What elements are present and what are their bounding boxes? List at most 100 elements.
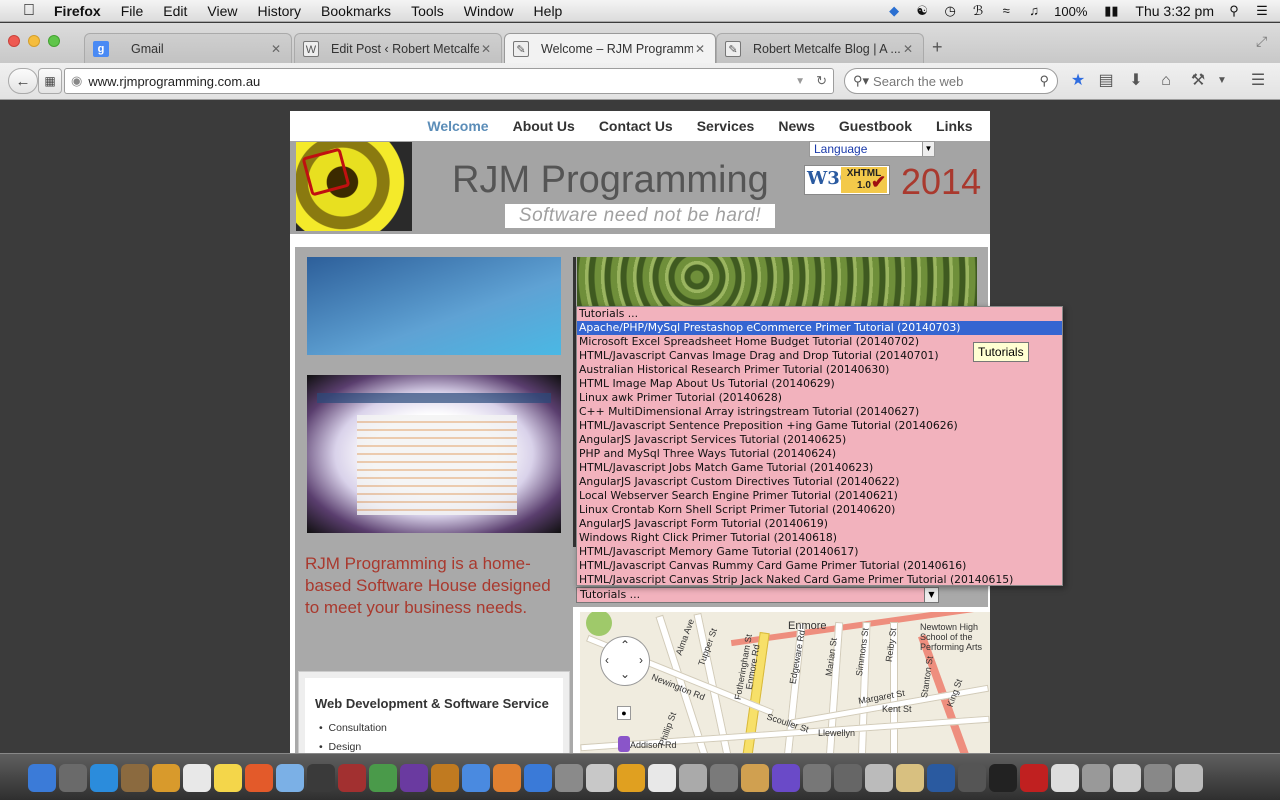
dropdown-option[interactable]: HTML/Javascript Jobs Match Game Tutorial… bbox=[577, 461, 1062, 475]
close-tab-icon[interactable]: ✕ bbox=[693, 42, 707, 56]
dropdown-option[interactable]: AngularJS Javascript Form Tutorial (2014… bbox=[577, 517, 1062, 531]
finder-icon[interactable] bbox=[28, 764, 56, 792]
documents-icon[interactable] bbox=[1113, 764, 1141, 792]
search-engine-icon[interactable]: ⚲▾ bbox=[853, 73, 869, 89]
dropdown-option[interactable]: Linux awk Primer Tutorial (20140628) bbox=[577, 391, 1062, 405]
menu-file[interactable]: File bbox=[121, 3, 144, 19]
bookmarks-menu-icon[interactable]: ▤ bbox=[1096, 71, 1116, 91]
tab-edit-post[interactable]: W Edit Post ‹ Robert Metcalfe... ✕ bbox=[294, 33, 502, 63]
nav-services[interactable]: Services bbox=[697, 118, 755, 134]
extension-icon[interactable]: ⚒ bbox=[1188, 71, 1208, 91]
search-icon[interactable]: ⚲ bbox=[1039, 73, 1049, 89]
site-logo[interactable] bbox=[296, 142, 412, 231]
calendar-icon[interactable] bbox=[183, 764, 211, 792]
battery-icon[interactable]: ▮▮ bbox=[1099, 3, 1123, 19]
finder-window-icon[interactable] bbox=[1051, 764, 1079, 792]
service-item[interactable]: • Consultation bbox=[319, 722, 387, 734]
itunes-2-icon[interactable] bbox=[772, 764, 800, 792]
pan-down-icon[interactable]: ⌄ bbox=[620, 667, 630, 681]
tree-photo[interactable] bbox=[577, 257, 977, 307]
chevron-down-icon[interactable]: ▼ bbox=[922, 142, 934, 156]
dropdown-option[interactable]: HTML/Javascript Canvas Strip Jack Naked … bbox=[577, 573, 1062, 587]
safari-icon[interactable] bbox=[90, 764, 118, 792]
minimize-window-button[interactable] bbox=[28, 35, 40, 47]
ibooks-icon[interactable] bbox=[524, 764, 552, 792]
menu-tools[interactable]: Tools bbox=[411, 3, 444, 19]
dropdown-option[interactable]: Apache/PHP/MySql Prestashop eCommerce Pr… bbox=[577, 321, 1062, 335]
notification-center-icon[interactable]: ☰ bbox=[1254, 3, 1270, 19]
blank-icon[interactable] bbox=[958, 764, 986, 792]
tab-groups-button[interactable]: ▦ bbox=[38, 68, 62, 94]
url-bar[interactable]: ◉ www.rjmprogramming.com.au ▼ ↻ bbox=[64, 68, 834, 94]
google-map[interactable]: Enmore Newtown High School of the Performi… bbox=[580, 612, 990, 753]
close-window-button[interactable] bbox=[8, 35, 20, 47]
notes-icon[interactable] bbox=[214, 764, 242, 792]
flash-icon[interactable] bbox=[1020, 764, 1048, 792]
dropbox-icon[interactable]: ◆ bbox=[886, 3, 902, 19]
garageband-icon[interactable] bbox=[462, 764, 490, 792]
fullscreen-icon[interactable]: ⤢ bbox=[1256, 33, 1267, 50]
tab-blog[interactable]: ✎ Robert Metcalfe Blog | A ... ✕ bbox=[716, 33, 924, 63]
dropdown-option[interactable]: AngularJS Javascript Services Tutorial (… bbox=[577, 433, 1062, 447]
mail-icon[interactable] bbox=[679, 764, 707, 792]
spotlight-icon[interactable]: ⚲ bbox=[1226, 3, 1242, 19]
dropdown-option[interactable]: Local Webserver Search Engine Primer Tut… bbox=[577, 489, 1062, 503]
nav-links[interactable]: Links bbox=[936, 118, 973, 134]
screenshot-image[interactable] bbox=[307, 375, 561, 533]
numbers-icon[interactable] bbox=[834, 764, 862, 792]
new-tab-button[interactable]: + bbox=[932, 37, 943, 58]
lightworks-icon[interactable] bbox=[927, 764, 955, 792]
service-item[interactable]: • Design bbox=[319, 741, 361, 753]
pan-left-icon[interactable]: ‹ bbox=[605, 653, 609, 667]
contacts-icon[interactable] bbox=[152, 764, 180, 792]
firefox-icon[interactable] bbox=[276, 764, 304, 792]
terminal-icon[interactable] bbox=[648, 764, 676, 792]
slideshow-image[interactable] bbox=[307, 257, 561, 355]
launchpad-icon[interactable] bbox=[59, 764, 87, 792]
language-select[interactable]: Language ▼ bbox=[809, 141, 935, 157]
nav-contact-us[interactable]: Contact Us bbox=[599, 118, 673, 134]
time-machine-icon[interactable]: ◷ bbox=[942, 3, 958, 19]
w3c-xhtml-badge[interactable]: W3C XHTML 1.0 ✔ bbox=[804, 165, 890, 195]
reload-icon[interactable]: ↻ bbox=[816, 73, 827, 89]
filezilla-icon[interactable] bbox=[741, 764, 769, 792]
menu-history[interactable]: History bbox=[257, 3, 301, 19]
dropdown-option[interactable]: AngularJS Javascript Custom Directives T… bbox=[577, 475, 1062, 489]
preview-icon[interactable] bbox=[121, 764, 149, 792]
messages-icon[interactable] bbox=[307, 764, 335, 792]
dropdown-option[interactable]: Windows Right Click Primer Tutorial (201… bbox=[577, 531, 1062, 545]
tab-welcome[interactable]: ✎ Welcome – RJM Programm... ✕ bbox=[504, 33, 716, 63]
tutorials-select[interactable]: Tutorials ... ▼ bbox=[576, 587, 939, 603]
keynote-icon[interactable] bbox=[803, 764, 831, 792]
search-bar[interactable]: ⚲▾ Search the web ⚲ bbox=[844, 68, 1058, 94]
pegman-icon[interactable] bbox=[618, 736, 630, 752]
downloads-icon[interactable] bbox=[1082, 764, 1110, 792]
imovie-icon[interactable] bbox=[431, 764, 459, 792]
trash-icon[interactable] bbox=[1175, 764, 1203, 792]
dropdown-option[interactable]: C++ MultiDimensional Array istringstream… bbox=[577, 405, 1062, 419]
terminal-2-icon[interactable] bbox=[989, 764, 1017, 792]
dropdown-option[interactable]: Tutorials ... bbox=[577, 307, 1062, 321]
clock[interactable]: Thu 3:32 pm bbox=[1135, 3, 1214, 19]
menu-window[interactable]: Window bbox=[464, 3, 514, 19]
pan-right-icon[interactable]: › bbox=[639, 653, 643, 667]
photo-booth-icon[interactable] bbox=[369, 764, 397, 792]
vlc-icon[interactable] bbox=[710, 764, 738, 792]
dropdown-option[interactable]: HTML Image Map About Us Tutorial (201406… bbox=[577, 377, 1062, 391]
app-store-icon[interactable] bbox=[555, 764, 583, 792]
hamburger-menu-icon[interactable]: ☰ bbox=[1248, 71, 1268, 91]
wifi-icon[interactable]: ≈ bbox=[998, 3, 1014, 19]
facetime-icon[interactable] bbox=[338, 764, 366, 792]
apple-icon[interactable]:  bbox=[18, 2, 40, 20]
street-view-icon[interactable]: ● bbox=[617, 706, 631, 720]
close-tab-icon[interactable]: ✕ bbox=[479, 42, 493, 56]
dropdown-arrow-icon[interactable]: ▼ bbox=[795, 76, 805, 87]
pan-up-icon[interactable]: ⌃ bbox=[620, 638, 630, 652]
map-pan-control[interactable]: ⌃ ⌄ ‹ › bbox=[600, 636, 650, 686]
applications-icon[interactable] bbox=[1144, 764, 1172, 792]
itunes-icon[interactable] bbox=[493, 764, 521, 792]
menu-view[interactable]: View bbox=[207, 3, 237, 19]
app-menu[interactable]: Firefox bbox=[54, 3, 101, 19]
nav-welcome[interactable]: Welcome bbox=[427, 118, 488, 134]
menu-bookmarks[interactable]: Bookmarks bbox=[321, 3, 391, 19]
